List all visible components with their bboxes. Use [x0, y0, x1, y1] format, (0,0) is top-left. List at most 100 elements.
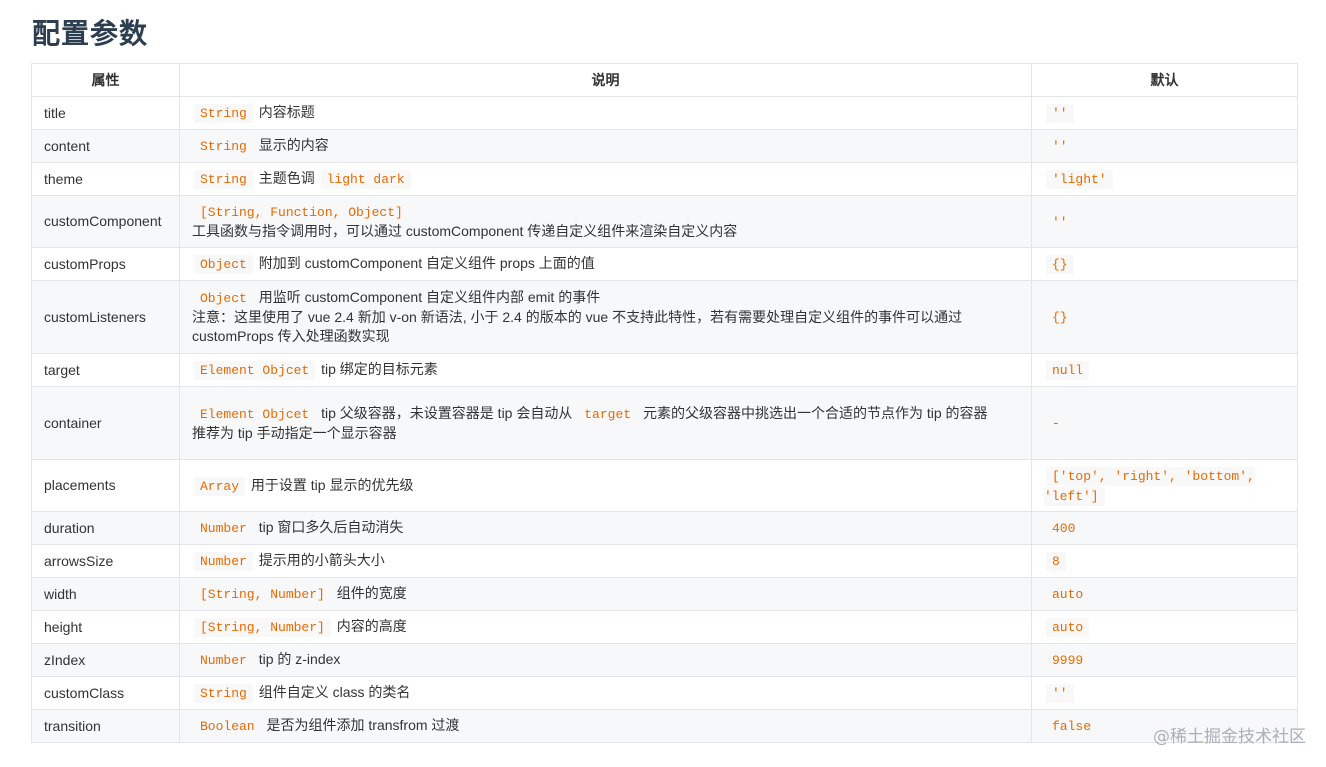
table-row: arrowsSize Number 提示用的小箭头大小 8 [31, 544, 1298, 578]
default-value: 400 [1046, 519, 1082, 538]
param-name: container [31, 386, 180, 460]
table-row: zIndex Number tip 的 z-index 9999 [31, 643, 1298, 677]
param-name: customProps [31, 247, 180, 281]
description-text: tip 父级容器，未设置容器是 tip 会自动从 [321, 404, 573, 421]
param-name: customComponent [31, 195, 180, 248]
param-type: String [194, 684, 253, 703]
param-description: Element Objcet tip 父级容器，未设置容器是 tip 会自动从 … [179, 386, 1032, 460]
default-value: auto [1046, 618, 1090, 637]
description-text: tip 绑定的目标元素 [321, 361, 438, 377]
description-line: String 组件自定义 class 的类名 [192, 683, 1019, 703]
param-description: Number 提示用的小箭头大小 [179, 544, 1032, 578]
param-description: [String, Number] 内容的高度 [179, 610, 1032, 644]
description-line: Number 提示用的小箭头大小 [192, 551, 1019, 571]
table-row: customComponent [String, Function, Object… [31, 195, 1298, 248]
default-value: 8 [1046, 552, 1066, 571]
param-type: Number [194, 519, 253, 538]
description-line: String 主题色调 light dark [192, 169, 1019, 189]
description-note: 注意：这里使用了 vue 2.4 新加 v-on 新语法, 小于 2.4 的版本… [192, 309, 963, 344]
description-line: Element Objcet tip 绑定的目标元素 [192, 360, 1019, 380]
description-text: 组件的宽度 [336, 585, 407, 601]
table-row: theme String 主题色调 light dark 'light' [31, 162, 1298, 196]
table-row: content String 显示的内容 '' [31, 129, 1298, 163]
description-text: 主题色调 [258, 170, 315, 186]
param-name: target [31, 353, 180, 387]
param-name: duration [31, 511, 180, 545]
description-text: 用监听 customComponent 自定义组件内部 emit 的事件 [258, 289, 601, 305]
table-row: width [String, Number] 组件的宽度 auto [31, 577, 1298, 611]
param-type: String [194, 104, 253, 123]
header-description: 说明 [179, 63, 1032, 97]
param-default: 9999 [1031, 643, 1298, 677]
header-default: 默认 [1031, 63, 1298, 97]
default-value: - [1046, 414, 1066, 433]
description-line: Array 用于设置 tip 显示的优先级 [192, 476, 1019, 496]
default-value: false [1046, 717, 1098, 736]
param-description: Element Objcet tip 绑定的目标元素 [179, 353, 1032, 387]
table-header-row: 属性 说明 默认 [31, 63, 1298, 97]
param-type: String [194, 137, 253, 156]
default-value: '' [1046, 212, 1074, 232]
description-line: String 内容标题 [192, 103, 1019, 123]
default-value: {} [1046, 308, 1074, 327]
description-text: 内容的高度 [336, 618, 407, 634]
param-description: [String, Number] 组件的宽度 [179, 577, 1032, 611]
default-value: 'light' [1046, 170, 1113, 189]
param-name: zIndex [31, 643, 180, 677]
param-description: Boolean 是否为组件添加 transfrom 过渡 [179, 709, 1032, 743]
param-type: Boolean [194, 717, 261, 736]
default-value: auto [1046, 585, 1090, 604]
default-value: {} [1046, 255, 1074, 274]
table-row: target Element Objcet tip 绑定的目标元素 null [31, 353, 1298, 387]
default-value: '' [1046, 684, 1074, 703]
param-default: 400 [1031, 511, 1298, 545]
page-title: 配置参数 [32, 18, 149, 49]
description-text: 是否为组件添加 transfrom 过渡 [266, 717, 460, 733]
param-type: Number [194, 552, 253, 571]
param-default: '' [1031, 129, 1298, 163]
param-default: - [1031, 386, 1298, 460]
param-name: customClass [31, 676, 180, 710]
param-type: Element Objcet [194, 361, 316, 380]
table-row: customProps Object 附加到 customComponent 自定… [31, 247, 1298, 281]
watermark: @稀土掘金技术社区 [1153, 727, 1306, 747]
param-type: [String, Number] [194, 618, 331, 637]
param-default: null [1031, 353, 1298, 387]
param-name: placements [31, 459, 180, 512]
param-type: Object [194, 255, 253, 274]
description-text: 组件自定义 class 的类名 [258, 684, 411, 700]
param-type: Array [194, 476, 246, 496]
param-default: 8 [1031, 544, 1298, 578]
param-description: Object 用监听 customComponent 自定义组件内部 emit … [179, 280, 1032, 354]
description-text: 附加到 customComponent 自定义组件 props 上面的值 [258, 255, 595, 271]
default-value: ['top', 'right', 'bottom', 'left'] [1044, 466, 1255, 506]
param-default: auto [1031, 610, 1298, 644]
inline-code: light dark [320, 170, 411, 189]
param-description: String 显示的内容 [179, 129, 1032, 163]
param-description: [String, Function, Object] 工具函数与指令调用时，可以通… [179, 195, 1032, 248]
description-line: Boolean 是否为组件添加 transfrom 过渡 [192, 716, 1019, 736]
param-default: 'light' [1031, 162, 1298, 196]
param-default: '' [1031, 195, 1298, 248]
header-property: 属性 [31, 63, 180, 97]
param-type: Number [194, 651, 253, 670]
description-line: [String, Number] 组件的宽度 [192, 584, 1019, 604]
param-name: theme [31, 162, 180, 196]
description-line: Object 附加到 customComponent 自定义组件 props 上… [192, 254, 1019, 274]
description-line: [String, Function, Object] [192, 202, 1019, 222]
table-row: container Element Objcet tip 父级容器，未设置容器是 … [31, 386, 1298, 460]
description-line: String 显示的内容 [192, 136, 1019, 156]
table-row: height [String, Number] 内容的高度 auto [31, 610, 1298, 644]
description-line: Object 用监听 customComponent 自定义组件内部 emit … [192, 288, 1019, 308]
param-default: ['top', 'right', 'bottom', 'left'] [1031, 459, 1298, 512]
description-text: 提示用的小箭头大小 [258, 552, 385, 568]
param-description: String 主题色调 light dark [179, 162, 1032, 196]
param-name: customListeners [31, 280, 180, 354]
param-description: Number tip 的 z-index [179, 643, 1032, 677]
description-text: 元素的父级容器中挑选出一个合适的节点作为 tip 的容器 [642, 404, 988, 421]
param-type: String [194, 170, 253, 189]
table-row: title String 内容标题 '' [31, 96, 1298, 130]
param-default: '' [1031, 96, 1298, 130]
description-text: tip 的 z-index [258, 651, 341, 667]
param-name: arrowsSize [31, 544, 180, 578]
